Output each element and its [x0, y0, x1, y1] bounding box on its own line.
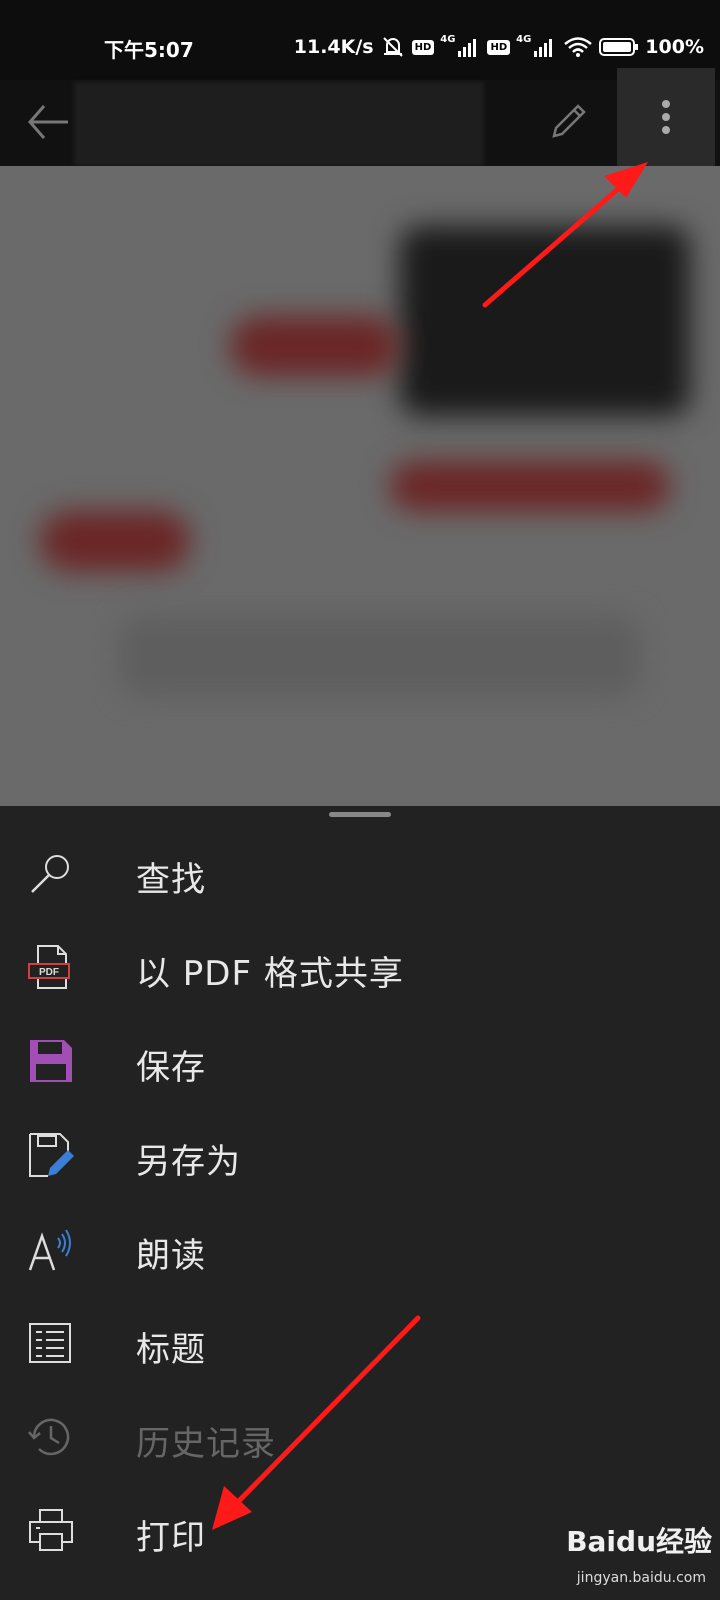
print-icon	[29, 1509, 73, 1551]
menu-item-find[interactable]: 查找	[0, 826, 720, 920]
back-button[interactable]	[20, 94, 76, 150]
watermark-url: jingyan.baidu.com	[576, 1570, 706, 1586]
search-icon	[31, 855, 69, 893]
network-type-2: 4G	[516, 33, 532, 45]
battery-icon	[599, 38, 639, 56]
mute-bell-icon	[382, 37, 403, 57]
history-icon	[28, 1418, 70, 1456]
menu-item-label: 历史记录	[136, 1424, 276, 1464]
headings-icon	[29, 1323, 71, 1363]
blurred-block	[400, 226, 690, 416]
menu-item-label: 标题	[136, 1330, 206, 1370]
net-speed: 11.4K/s	[293, 36, 374, 58]
menu-item-save-as[interactable]: 另存为	[0, 1108, 720, 1202]
save-icon	[30, 1040, 72, 1082]
hd-badge-1: HD	[411, 39, 435, 55]
svg-text:PDF: PDF	[39, 967, 59, 978]
more-vert-icon	[662, 100, 670, 134]
blurred-block	[120, 616, 640, 696]
options-bottom-sheet: 查找 PDF 以 PDF 格式共享 保存 另存为 朗读 标题 历史记录 打印	[0, 806, 720, 1600]
menu-item-headings[interactable]: 标题	[0, 1296, 720, 1390]
network-type-1: 4G	[440, 33, 456, 45]
back-arrow-icon	[28, 105, 68, 139]
blurred-block	[390, 461, 670, 511]
app-toolbar	[0, 80, 720, 166]
status-bar: 下午5:07 11.4K/s HD 4G HD 4G 100%	[0, 0, 720, 80]
pdf-icon: PDF	[28, 945, 70, 989]
menu-item-share-pdf[interactable]: PDF 以 PDF 格式共享	[0, 920, 720, 1014]
signal-icon	[534, 39, 553, 57]
signal-icon	[458, 39, 477, 57]
pencil-icon	[552, 104, 586, 138]
status-icons: 11.4K/s HD 4G HD 4G 100%	[294, 32, 704, 62]
menu-item-label: 以 PDF 格式共享	[136, 954, 404, 994]
blurred-block	[230, 316, 400, 376]
more-options-button[interactable]	[617, 68, 715, 166]
menu-item-read-aloud[interactable]: 朗读	[0, 1202, 720, 1296]
save-as-icon	[29, 1133, 74, 1177]
menu-item-label: 查找	[136, 860, 206, 900]
watermark-brand: Baidu经验	[566, 1525, 712, 1558]
menu-item-label: 另存为	[136, 1142, 241, 1182]
menu-item-save[interactable]: 保存	[0, 1014, 720, 1108]
menu-item-history[interactable]: 历史记录	[0, 1390, 720, 1484]
document-title-redacted	[74, 82, 484, 166]
menu-item-label: 保存	[136, 1048, 206, 1088]
edit-button[interactable]	[540, 94, 596, 150]
hd-badge-2: HD	[487, 39, 511, 55]
blurred-block	[40, 511, 190, 571]
menu-item-label: 打印	[136, 1518, 206, 1558]
menu-item-label: 朗读	[136, 1236, 206, 1276]
document-content-blurred	[0, 166, 720, 806]
baidu-jingyan-watermark: Baidu经验 jingyan.baidu.com	[552, 1520, 712, 1594]
wifi-icon	[564, 37, 593, 57]
status-time: 下午5:07	[104, 38, 194, 62]
sheet-drag-handle[interactable]	[329, 812, 391, 817]
battery-percent: 100%	[645, 36, 704, 58]
read-aloud-icon	[28, 1229, 71, 1271]
